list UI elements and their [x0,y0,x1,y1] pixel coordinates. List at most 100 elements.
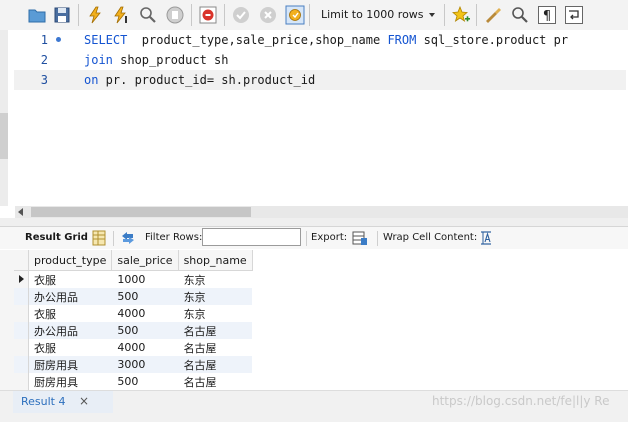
table-cell[interactable]: 名古屋 [178,373,252,390]
panel-splitter[interactable] [0,218,628,227]
keyword: on [84,73,99,87]
table-cell[interactable]: 名古屋 [178,339,252,356]
scrollbar-thumb[interactable] [0,113,8,159]
table-cell[interactable]: 1000 [112,271,178,289]
wrap-cell-label: Wrap Cell Content: [383,232,478,243]
column-header[interactable]: product_type [28,250,113,271]
result-grid[interactable]: product_type sale_price shop_name 衣服 1000… [14,250,259,390]
table-cell[interactable]: 办公用品 [28,322,112,339]
keyword: join [84,53,113,67]
line-number: 1 [40,33,48,47]
editor-horizontal-scrollbar[interactable] [15,206,628,218]
result-grid-tab[interactable]: Result Grid [25,231,88,245]
code-text: sql_store.product pr [416,33,569,47]
code-text: pr. product_id= sh.product_id [98,73,316,87]
wrap-icon[interactable] [564,5,584,25]
scroll-left-icon[interactable] [18,208,23,216]
row-header[interactable] [14,373,29,390]
table-row[interactable]: 办公用品 500 东京 [14,288,253,305]
row-header[interactable] [14,270,29,288]
grid-icon[interactable] [91,230,107,246]
column-header[interactable]: sale_price [111,250,179,271]
filter-rows-label: Filter Rows: [145,232,203,243]
row-header[interactable] [14,356,29,373]
table-cell[interactable]: 衣服 [29,305,112,322]
table-row[interactable]: 厨房用具 500 名古屋 [14,373,252,390]
beautify-icon[interactable] [483,5,503,25]
watermark: https://blog.csdn.net/fe|l|y Re [432,394,610,408]
export-label: Export: [311,232,348,243]
lightning-icon[interactable] [85,5,105,25]
code-line-3[interactable]: 3 on pr. product_id= sh.product_id [14,70,626,90]
autocommit-icon[interactable] [285,5,305,25]
table-row[interactable]: 衣服 1000 东京 [14,270,252,289]
commit-icon[interactable] [231,5,251,25]
table-cell[interactable]: 厨房用具 [29,373,112,390]
result-tab-label: Result 4 [21,395,66,408]
code-text: shop_product sh [112,53,229,67]
table-row[interactable]: 办公用品 500 名古屋 [14,322,253,339]
table-cell[interactable]: 500 [111,288,179,305]
scrollbar-thumb[interactable] [31,207,251,217]
table-cell[interactable]: 名古屋 [178,356,253,373]
stop-icon[interactable] [165,5,185,25]
sql-editor-toolbar: Limit to 1000 rows ¶ [0,0,628,31]
line-number: 3 [40,73,48,87]
table-row[interactable]: 厨房用具 3000 名古屋 [14,356,253,373]
table-row[interactable]: 衣服 4000 名古屋 [14,339,252,356]
result-table[interactable]: product_type sale_price shop_name 衣服 1000… [14,250,253,390]
table-cell[interactable]: 厨房用具 [28,356,112,373]
keyword: SELECT [84,33,128,47]
limit-rows-select[interactable]: Limit to 1000 rows [312,5,442,25]
keyword: FROM [387,33,417,47]
table-cell[interactable]: 东京 [178,271,252,289]
table-cell[interactable]: 500 [111,322,179,339]
magnifier-icon[interactable] [138,5,158,25]
statement-marker-icon [56,37,61,42]
code-text: product_type,sale_price,shop_name [127,33,388,47]
close-icon[interactable]: × [79,394,89,408]
table-cell[interactable]: 名古屋 [178,322,253,339]
refresh-icon[interactable] [120,230,136,246]
stop-on-error-icon[interactable] [198,5,218,25]
rollback-icon[interactable] [258,5,278,25]
lightning-cursor-icon[interactable] [111,5,131,25]
result-toolbar: Result Grid Filter Rows: Export: Wrap Ce… [0,227,628,249]
row-header[interactable] [14,322,29,339]
table-cell[interactable]: 4000 [112,339,178,356]
editor-vertical-scrollbar[interactable] [0,30,8,206]
export-icon[interactable] [352,230,368,246]
table-cell[interactable]: 衣服 [29,339,112,356]
code-line-2[interactable]: 2 join shop_product sh [14,50,626,70]
find-icon[interactable] [510,5,530,25]
wrap-cell-icon[interactable] [478,230,494,246]
save-icon[interactable] [52,5,72,25]
table-cell[interactable]: 东京 [178,288,253,305]
chevron-down-icon [429,13,435,17]
table-cell[interactable]: 500 [112,373,178,390]
line-number: 2 [40,53,48,67]
svg-text:¶: ¶ [543,9,551,24]
table-cell[interactable]: 4000 [112,305,178,322]
code-line-1[interactable]: 1 SELECT product_type,sale_price,shop_na… [14,30,626,50]
sql-editor[interactable]: 1 SELECT product_type,sale_price,shop_na… [0,30,628,206]
result-tab[interactable]: Result 4 × [13,391,113,413]
row-header[interactable] [14,305,29,322]
filter-rows-input[interactable] [202,228,301,246]
table-cell[interactable]: 东京 [178,305,252,322]
column-header[interactable]: shop_name [178,250,253,271]
row-header[interactable] [14,339,29,356]
table-row[interactable]: 衣服 4000 东京 [14,305,252,322]
table-cell[interactable]: 3000 [111,356,179,373]
current-row-arrow-icon [19,275,24,283]
row-header[interactable] [14,288,29,305]
limit-rows-label: Limit to 1000 rows [321,8,424,21]
star-add-icon[interactable] [451,5,471,25]
folder-icon[interactable] [27,5,47,25]
row-header-corner [14,250,29,271]
invisible-chars-icon[interactable]: ¶ [537,5,557,25]
header-row: product_type sale_price shop_name [14,250,253,271]
grid-gutter [0,250,14,390]
table-cell[interactable]: 衣服 [29,271,112,289]
table-cell[interactable]: 办公用品 [28,288,112,305]
